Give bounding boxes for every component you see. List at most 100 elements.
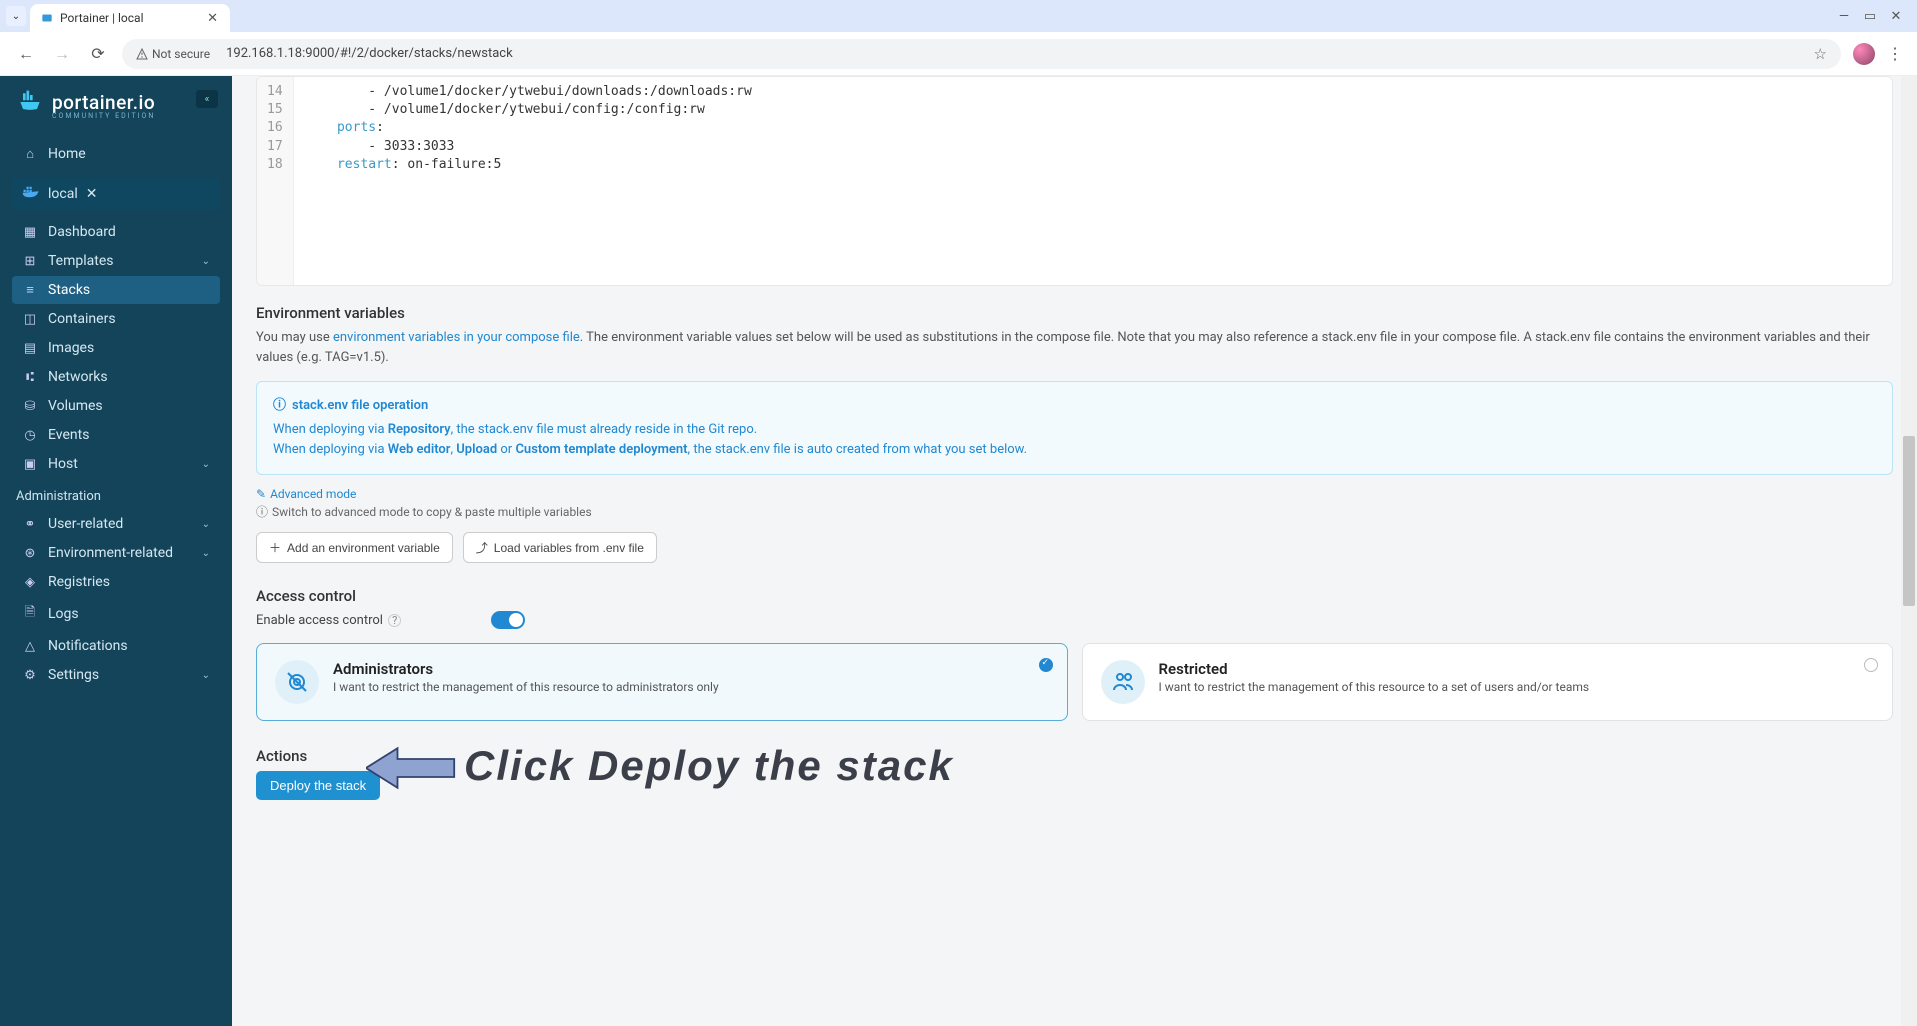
access-toggle-label: Enable access control	[256, 613, 383, 628]
browser-menu-icon[interactable]: ⋮	[1887, 44, 1903, 63]
networks-icon: ⑆	[22, 370, 38, 385]
sidebar-item-notifications[interactable]: △ Notifications	[12, 632, 220, 660]
chevron-down-icon: ⌄	[202, 670, 210, 681]
actions-section-title: Actions	[256, 747, 1893, 765]
plus-icon: ＋	[269, 539, 281, 556]
images-icon: ▤	[22, 341, 38, 356]
logo: portainer.io COMMUNITY EDITION	[12, 88, 220, 122]
window-controls: — ▭ ✕	[1823, 9, 1917, 23]
logs-icon: 🗎	[22, 603, 38, 625]
address-bar[interactable]: Not secure 192.168.1.18:9000/#!/2/docker…	[122, 39, 1841, 69]
close-tab-icon[interactable]: ✕	[207, 11, 218, 26]
tab-search-dropdown[interactable]: ⌄	[6, 6, 26, 26]
sidebar: « portainer.io COMMUNITY EDITION ⌂ Home …	[0, 76, 232, 1026]
advanced-mode-link[interactable]: ✎ Advanced mode	[256, 487, 1893, 501]
info-small-icon: ⓘ	[256, 503, 268, 520]
users-group-icon	[1101, 660, 1145, 704]
sidebar-item-label: Logs	[48, 606, 79, 622]
security-indicator[interactable]: Not secure	[136, 47, 210, 61]
sidebar-item-containers[interactable]: ◫ Containers	[12, 305, 220, 333]
info-title: stack.env file operation	[292, 396, 428, 416]
sidebar-item-label: Templates	[48, 253, 114, 269]
forward-button[interactable]: →	[50, 42, 74, 66]
sidebar-item-dashboard[interactable]: ▦Dashboard	[12, 218, 220, 246]
maximize-icon[interactable]: ▭	[1863, 9, 1877, 23]
sidebar-item-user-related[interactable]: ⚭User-related⌄	[12, 510, 220, 538]
env-section-title: Environment variables	[256, 304, 1893, 322]
sidebar-item-label: Notifications	[48, 638, 128, 654]
containers-icon: ◫	[22, 312, 38, 327]
chevron-down-icon: ⌄	[202, 459, 210, 470]
environment-pill[interactable]: local ✕	[12, 178, 220, 210]
eye-off-icon	[275, 660, 319, 704]
sidebar-item-label: Environment-related	[48, 545, 173, 561]
sidebar-item-templates[interactable]: ⊞Templates⌄	[12, 247, 220, 275]
tab-favicon-icon	[40, 11, 54, 25]
line-gutter: 1415161718	[257, 77, 294, 285]
sidebar-item-label: Volumes	[48, 398, 103, 414]
access-control-toggle[interactable]	[491, 611, 525, 629]
minimize-icon[interactable]: —	[1837, 9, 1851, 23]
address-bar-row: ← → ⟳ Not secure 192.168.1.18:9000/#!/2/…	[0, 32, 1917, 76]
dashboard-icon: ▦	[22, 225, 38, 240]
close-window-icon[interactable]: ✕	[1889, 9, 1903, 23]
sidebar-item-registries[interactable]: ◈Registries	[12, 568, 220, 596]
brand-name: portainer.io	[52, 91, 155, 114]
sidebar-item-images[interactable]: ▤Images	[12, 334, 220, 362]
card-radio[interactable]	[1864, 658, 1878, 672]
sidebar-item-events[interactable]: ◷Events	[12, 421, 220, 449]
back-button[interactable]: ←	[14, 42, 38, 66]
admin-section-label: Administration	[12, 479, 220, 510]
browser-tab[interactable]: Portainer | local ✕	[30, 4, 230, 32]
reload-button[interactable]: ⟳	[86, 42, 110, 66]
sidebar-item-host[interactable]: ▣Host⌄	[12, 450, 220, 478]
host-icon: ▣	[22, 457, 38, 472]
chevron-down-icon: ⌄	[202, 519, 210, 530]
access-card-administrators[interactable]: Administrators I want to restrict the ma…	[256, 643, 1068, 721]
tab-title: Portainer | local	[60, 11, 144, 25]
registries-icon: ◈	[22, 575, 38, 590]
add-env-var-button[interactable]: ＋ Add an environment variable	[256, 532, 453, 563]
deploy-stack-button[interactable]: Deploy the stack	[256, 771, 380, 800]
sidebar-item-environment-related[interactable]: ⊛Environment-related⌄	[12, 539, 220, 567]
card-desc: I want to restrict the management of thi…	[333, 680, 719, 694]
sidebar-item-label: Containers	[48, 311, 116, 327]
info-icon: ⓘ	[273, 396, 286, 416]
env-vars-link[interactable]: environment variables in your compose fi…	[333, 330, 580, 345]
env-icon: ⊛	[22, 546, 38, 561]
profile-avatar[interactable]	[1853, 43, 1875, 65]
access-section-title: Access control	[256, 587, 1893, 605]
load-env-file-button[interactable]: ⤴ Load variables from .env file	[463, 532, 657, 563]
stacks-icon: ≡	[22, 282, 38, 298]
sidebar-item-label: Settings	[48, 667, 99, 683]
help-icon[interactable]: ?	[388, 614, 401, 627]
env-label: local	[48, 186, 78, 202]
sidebar-item-networks[interactable]: ⑆Networks	[12, 363, 220, 391]
sidebar-item-home[interactable]: ⌂ Home	[12, 140, 220, 168]
scrollbar-track[interactable]	[1901, 76, 1917, 1026]
collapse-sidebar-button[interactable]: «	[196, 90, 218, 108]
sidebar-item-logs[interactable]: 🗎 Logs	[12, 597, 220, 631]
bookmark-star-icon[interactable]: ☆	[1814, 45, 1827, 63]
code-content[interactable]: - /volume1/docker/ytwebui/downloads:/dow…	[294, 77, 1892, 285]
ship-icon	[16, 88, 44, 122]
sidebar-item-label: Stacks	[48, 282, 90, 298]
home-icon: ⌂	[22, 146, 38, 162]
upload-icon: ⤴	[476, 539, 488, 556]
scrollbar-thumb[interactable]	[1903, 436, 1915, 606]
browser-tab-strip: ⌄ Portainer | local ✕ — ▭ ✕	[0, 0, 1917, 32]
web-editor[interactable]: 1415161718 - /volume1/docker/ytwebui/dow…	[256, 76, 1893, 286]
clear-env-icon[interactable]: ✕	[86, 186, 98, 202]
card-title: Administrators	[333, 660, 719, 678]
sidebar-item-settings[interactable]: ⚙ Settings ⌄	[12, 661, 220, 689]
sidebar-item-label: User-related	[48, 516, 123, 532]
advanced-mode-hint: ⓘ Switch to advanced mode to copy & past…	[256, 503, 1893, 520]
card-radio[interactable]	[1039, 658, 1053, 672]
stack-env-info: ⓘ stack.env file operation When deployin…	[256, 381, 1893, 475]
access-card-restricted[interactable]: Restricted I want to restrict the manage…	[1082, 643, 1894, 721]
sidebar-item-volumes[interactable]: ⛁Volumes	[12, 392, 220, 420]
notifications-icon: △	[22, 639, 38, 654]
sidebar-item-stacks[interactable]: ≡ Stacks	[12, 276, 220, 304]
settings-icon: ⚙	[22, 668, 38, 683]
card-desc: I want to restrict the management of thi…	[1159, 680, 1590, 694]
